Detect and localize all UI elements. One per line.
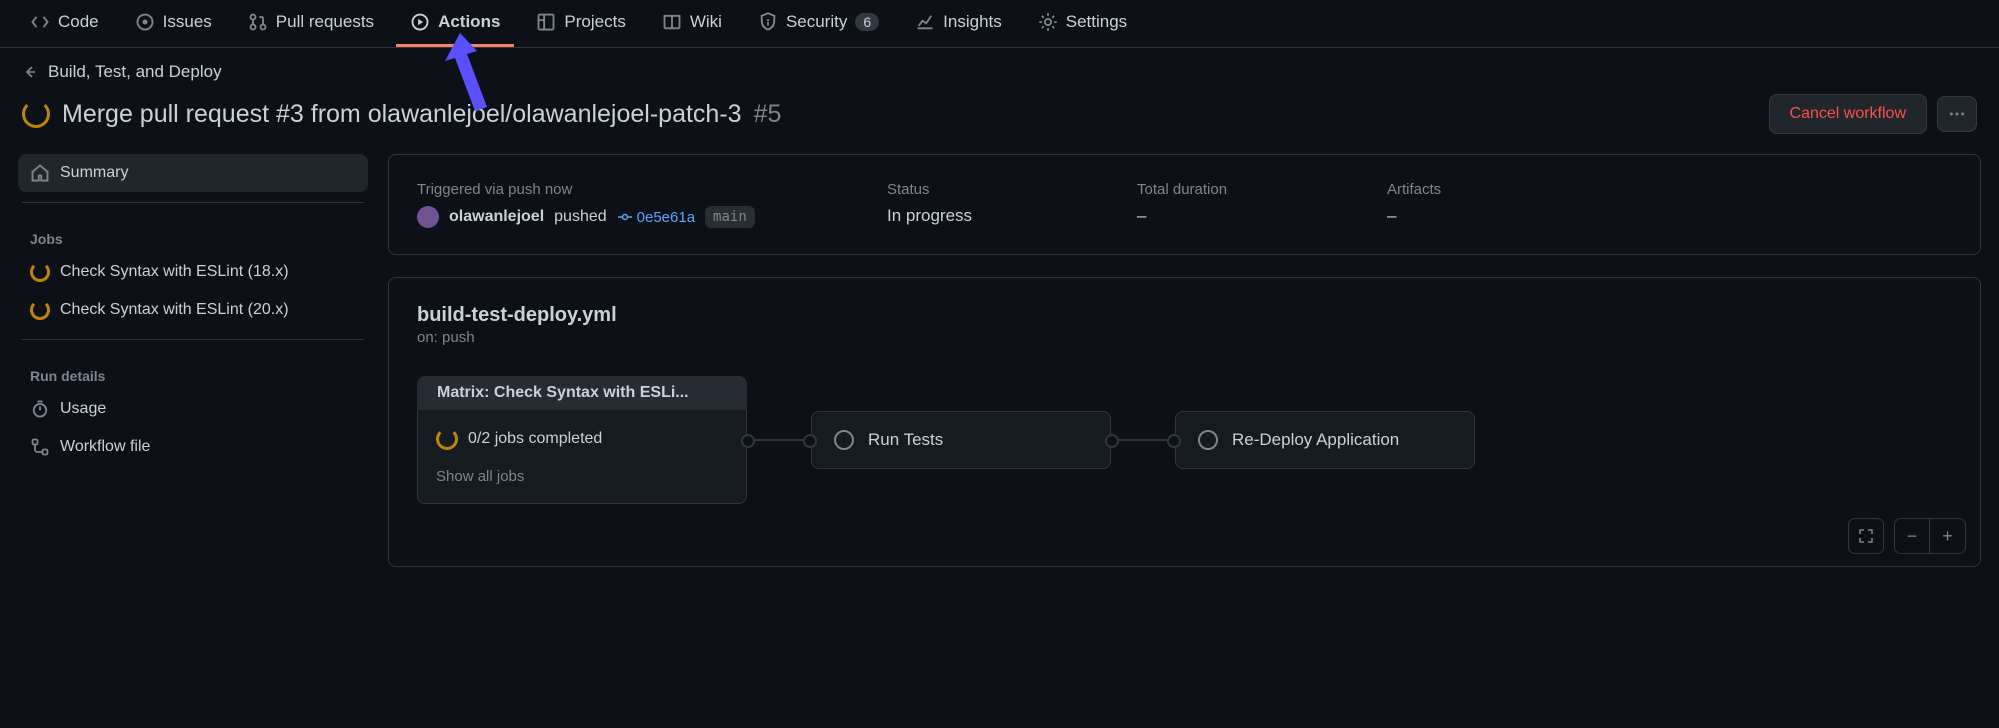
sidebar-job-0[interactable]: Check Syntax with ESLint (18.x) (18, 253, 368, 291)
stage-label: Run Tests (868, 430, 943, 450)
pending-icon (834, 430, 854, 450)
nav-projects[interactable]: Projects (522, 0, 639, 47)
nav-security[interactable]: Security 6 (744, 0, 893, 47)
stage-label: Re-Deploy Application (1232, 430, 1399, 450)
nav-wiki-label: Wiki (690, 12, 722, 32)
sidebar-job-label: Check Syntax with ESLint (18.x) (60, 263, 289, 281)
title-row: Merge pull request #3 from olawanlejoel/… (0, 86, 1999, 154)
pending-icon (1198, 430, 1218, 450)
matrix-job[interactable]: Matrix: Check Syntax with ESLi... 0/2 jo… (417, 376, 747, 504)
project-icon (536, 12, 556, 32)
pushed-text: pushed (554, 208, 607, 226)
show-all-jobs[interactable]: Show all jobs (436, 468, 728, 485)
home-icon (30, 163, 50, 183)
duration-label: Total duration (1137, 181, 1297, 198)
zoom-in-button[interactable]: + (1930, 518, 1966, 554)
run-title: Merge pull request #3 from olawanlejoel/… (62, 100, 742, 129)
sidebar-job-1[interactable]: Check Syntax with ESLint (20.x) (18, 291, 368, 329)
issue-icon (135, 12, 155, 32)
book-icon (662, 12, 682, 32)
sidebar-workflow-file[interactable]: Workflow file (18, 428, 368, 466)
workflow-icon (30, 437, 50, 457)
breadcrumb-workflow[interactable]: Build, Test, and Deploy (48, 62, 222, 82)
duration-value: – (1137, 206, 1297, 226)
breadcrumb-row: Build, Test, and Deploy (0, 48, 1999, 86)
nav-code[interactable]: Code (16, 0, 113, 47)
status-label: Status (887, 181, 1047, 198)
sidebar-workflow-file-label: Workflow file (60, 438, 150, 456)
nav-projects-label: Projects (564, 12, 625, 32)
play-icon (410, 12, 430, 32)
commit-icon (617, 209, 633, 225)
nav-settings[interactable]: Settings (1024, 0, 1141, 47)
run-details-heading: Run details (18, 350, 368, 390)
matrix-title: Matrix: Check Syntax with ESLi... (417, 376, 747, 410)
spinner-icon (30, 262, 50, 282)
nav-pulls[interactable]: Pull requests (234, 0, 388, 47)
workflow-trigger: on: push (417, 329, 1952, 346)
run-number: #5 (754, 100, 782, 129)
commit-link[interactable]: 0e5e61a (617, 209, 695, 226)
sidebar-usage[interactable]: Usage (18, 390, 368, 428)
workflow-file-name: build-test-deploy.yml (417, 304, 1952, 327)
branch-chip[interactable]: main (705, 206, 755, 228)
kebab-menu-button[interactable] (1937, 96, 1977, 132)
fullscreen-button[interactable] (1848, 518, 1884, 554)
zoom-out-button[interactable]: − (1894, 518, 1930, 554)
security-count: 6 (855, 13, 879, 31)
summary-card: Triggered via push now olawanlejoel push… (388, 154, 1981, 255)
gear-icon (1038, 12, 1058, 32)
sidebar-job-label: Check Syntax with ESLint (20.x) (60, 301, 289, 319)
sidebar: Summary Jobs Check Syntax with ESLint (1… (18, 154, 368, 567)
fullscreen-icon (1858, 528, 1874, 544)
shield-icon (758, 12, 778, 32)
nav-issues[interactable]: Issues (121, 0, 226, 47)
spinner-icon (30, 300, 50, 320)
graph-edge (1111, 439, 1175, 441)
graph-icon (915, 12, 935, 32)
spinner-icon (22, 100, 50, 128)
cancel-workflow-button[interactable]: Cancel workflow (1769, 94, 1927, 134)
kebab-icon (1948, 105, 1966, 123)
nav-pulls-label: Pull requests (276, 12, 374, 32)
graph-edge (747, 439, 811, 441)
nav-wiki[interactable]: Wiki (648, 0, 736, 47)
stage-redeploy[interactable]: Re-Deploy Application (1175, 411, 1475, 469)
artifacts-value: – (1387, 206, 1547, 226)
nav-code-label: Code (58, 12, 99, 32)
nav-actions[interactable]: Actions (396, 0, 514, 47)
nav-insights[interactable]: Insights (901, 0, 1016, 47)
sidebar-usage-label: Usage (60, 400, 106, 418)
git-pull-icon (248, 12, 268, 32)
nav-insights-label: Insights (943, 12, 1002, 32)
sidebar-summary[interactable]: Summary (18, 154, 368, 192)
artifacts-label: Artifacts (1387, 181, 1547, 198)
spinner-icon (436, 428, 458, 450)
trigger-label: Triggered via push now (417, 181, 797, 198)
avatar[interactable] (417, 206, 439, 228)
back-arrow-icon[interactable] (22, 64, 38, 80)
workflow-graph: build-test-deploy.yml on: push Matrix: C… (388, 277, 1981, 567)
nav-security-label: Security (786, 12, 847, 32)
code-icon (30, 12, 50, 32)
matrix-progress: 0/2 jobs completed (468, 430, 602, 448)
stage-run-tests[interactable]: Run Tests (811, 411, 1111, 469)
nav-issues-label: Issues (163, 12, 212, 32)
user-link[interactable]: olawanlejoel (449, 208, 544, 226)
repo-nav: Code Issues Pull requests Actions Projec… (0, 0, 1999, 48)
status-value: In progress (887, 206, 1047, 226)
nav-actions-label: Actions (438, 12, 500, 32)
stopwatch-icon (30, 399, 50, 419)
jobs-heading: Jobs (18, 213, 368, 253)
sidebar-summary-label: Summary (60, 164, 128, 182)
nav-settings-label: Settings (1066, 12, 1127, 32)
